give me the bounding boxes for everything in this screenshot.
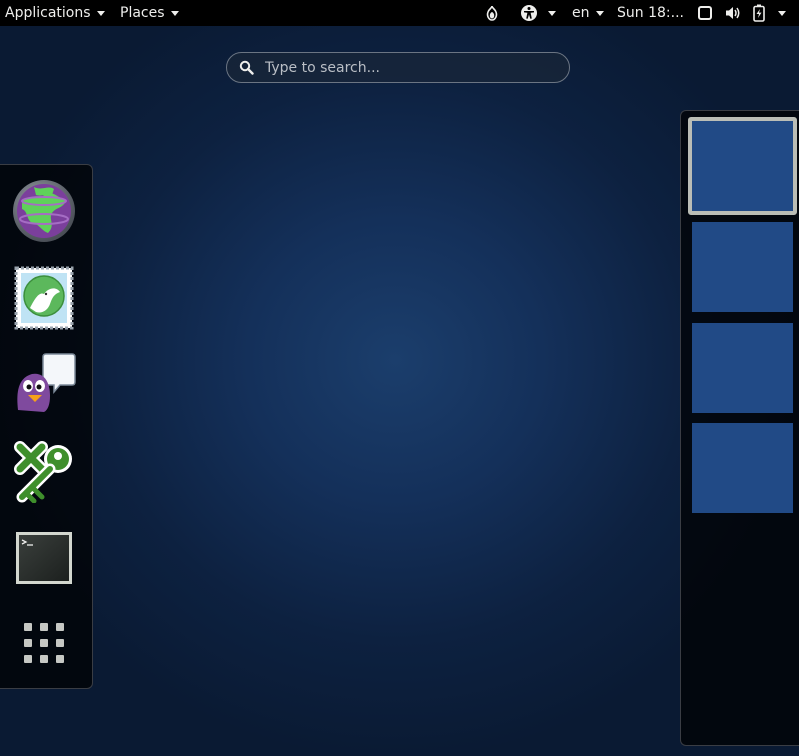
chevron-down-icon bbox=[548, 10, 556, 16]
keyboard-layout-label: en bbox=[572, 5, 590, 21]
show-applications-grid-icon bbox=[24, 623, 64, 663]
clock[interactable]: Sun 18:... bbox=[617, 0, 684, 26]
applications-menu[interactable]: Applications bbox=[5, 0, 105, 26]
chevron-down-icon bbox=[595, 10, 604, 16]
places-menu-label: Places bbox=[120, 5, 165, 21]
top-bar: Applications Places en Sun 18:... bbox=[0, 0, 799, 26]
chevron-down-icon bbox=[170, 10, 179, 16]
dash-app-pidgin[interactable] bbox=[12, 352, 76, 416]
show-applications-button[interactable] bbox=[12, 613, 76, 677]
system-menu[interactable] bbox=[778, 0, 786, 26]
tor-status-icon[interactable] bbox=[483, 0, 501, 26]
workspace-thumbnail-4[interactable] bbox=[692, 423, 793, 513]
workspace-thumbnail-2[interactable] bbox=[692, 222, 793, 312]
search-input[interactable] bbox=[263, 58, 557, 77]
chevron-down-icon bbox=[778, 10, 786, 16]
workspace-thumbnail-3[interactable] bbox=[692, 323, 793, 413]
keepassx-key-icon bbox=[14, 441, 72, 504]
chevron-down-icon bbox=[96, 10, 105, 16]
window-icon[interactable] bbox=[697, 0, 713, 26]
places-menu[interactable]: Places bbox=[120, 0, 179, 26]
volume-icon[interactable] bbox=[724, 0, 742, 26]
terminal-icon bbox=[16, 532, 72, 584]
workspace-thumbnail-1[interactable] bbox=[688, 117, 797, 215]
keyboard-layout-menu[interactable]: en bbox=[572, 0, 604, 26]
dash bbox=[0, 164, 93, 689]
mail-dove-icon bbox=[14, 266, 74, 330]
battery-icon[interactable] bbox=[753, 0, 765, 26]
accessibility-icon bbox=[521, 5, 537, 21]
dash-app-terminal[interactable] bbox=[12, 526, 76, 590]
dash-app-keepassx[interactable] bbox=[12, 439, 76, 504]
tor-globe-icon bbox=[13, 180, 75, 242]
search-box[interactable] bbox=[226, 52, 570, 83]
clock-label: Sun 18:... bbox=[617, 5, 684, 21]
applications-menu-label: Applications bbox=[5, 5, 91, 21]
pidgin-icon bbox=[17, 353, 76, 412]
search-icon bbox=[239, 60, 255, 76]
accessibility-menu[interactable] bbox=[520, 0, 556, 26]
dash-app-tor-browser[interactable] bbox=[12, 179, 76, 243]
dash-app-mail[interactable] bbox=[12, 266, 76, 330]
workspace-switcher bbox=[680, 110, 799, 746]
